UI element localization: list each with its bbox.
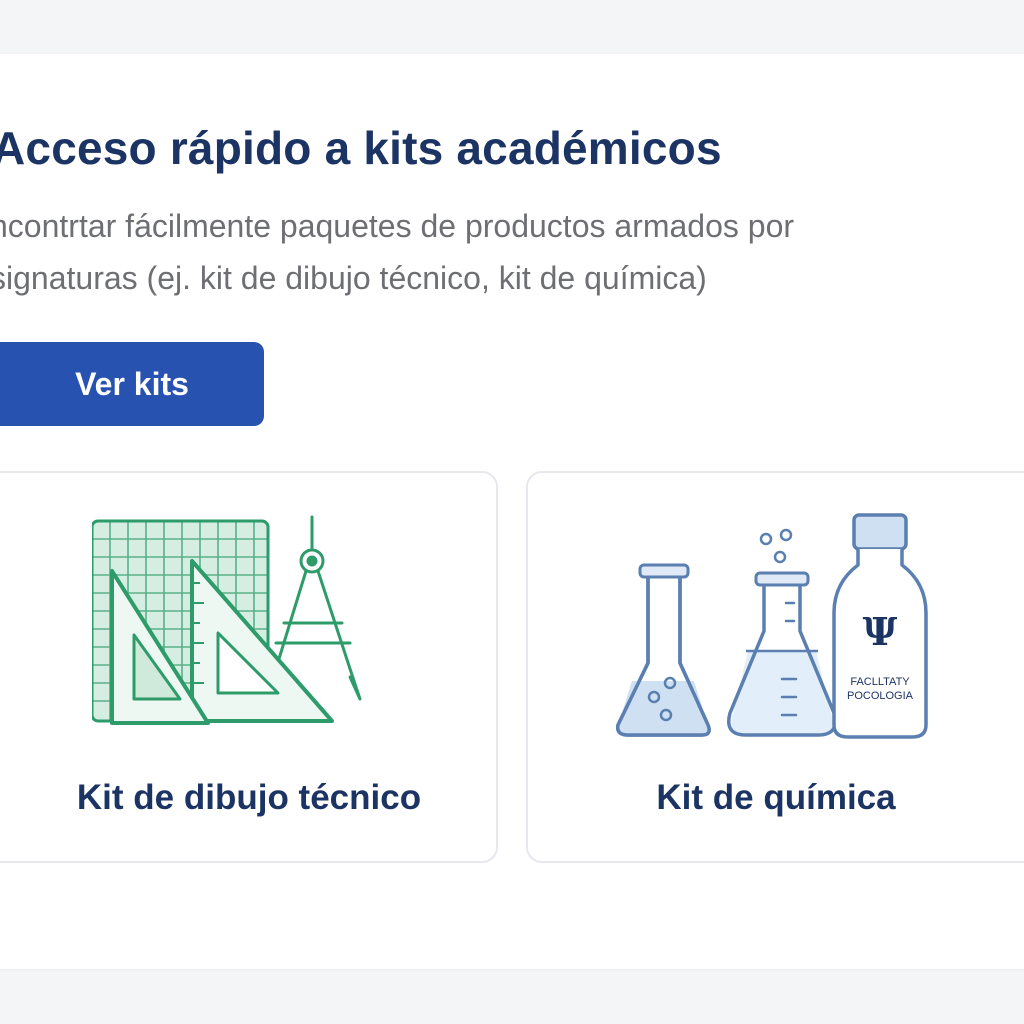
chemistry-icon: Ψ FACLLTATY POCOLOGIA	[615, 513, 928, 739]
page-title: Acceso rápido a kits académicos	[0, 122, 722, 174]
psychology-symbol: Ψ	[863, 609, 898, 654]
section-description: ncontrtar fácilmente paquetes de product…	[0, 208, 795, 296]
bottle-label-line2: POCOLOGIA	[847, 690, 914, 702]
bottle-icon: Ψ FACLLTATY POCOLOGIA	[832, 513, 928, 739]
page: Acceso rápido a kits académicos ncontrta…	[0, 0, 1024, 1024]
kit-card-chemistry[interactable]: Ψ FACLLTATY POCOLOGIA Kit de química	[526, 471, 1024, 863]
kit-card-label: Kit de química	[656, 778, 896, 817]
bottle-label-line1: FACLLTATY	[850, 676, 910, 688]
kit-card-technical-drawing[interactable]: Kit de dibujo técnico	[0, 471, 498, 863]
view-kits-button[interactable]: Ver kits	[0, 342, 264, 426]
erlenmeyer-flask-icon	[727, 528, 837, 737]
technical-drawing-icon	[92, 515, 362, 725]
kit-card-label: Kit de dibujo técnico	[76, 778, 422, 817]
flask-icon	[615, 563, 711, 737]
